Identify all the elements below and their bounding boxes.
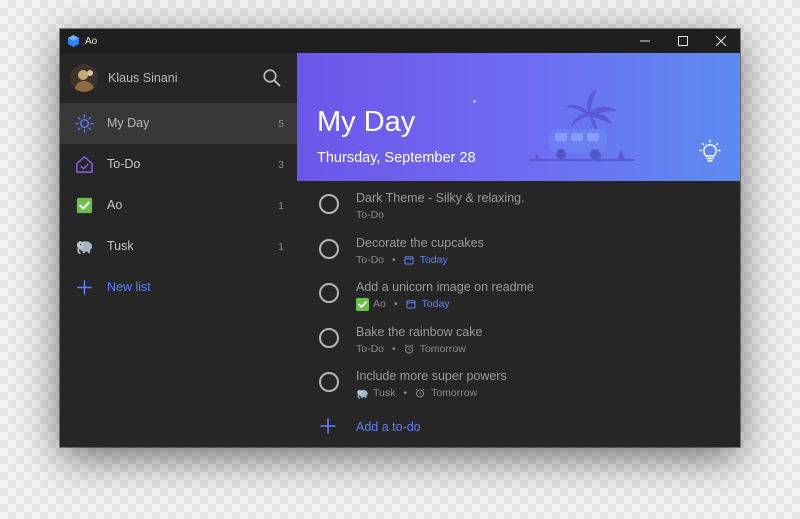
window-controls	[626, 29, 740, 53]
title-bar[interactable]: Ao	[60, 29, 740, 53]
sidebar-item-label: Ao	[107, 198, 123, 212]
minimize-icon	[640, 40, 650, 42]
task-checkbox[interactable]	[319, 194, 339, 214]
task-meta: Tusk • Tomorrow	[356, 386, 477, 400]
task-title: Include more super powers	[356, 369, 507, 383]
task-item[interactable]: Bake the rainbow cake To-Do • Tomorrow	[297, 315, 740, 360]
maximize-icon	[678, 36, 688, 46]
window-title: Ao	[85, 35, 98, 47]
close-button[interactable]	[702, 29, 740, 53]
my-day-banner: My Day Thursday, September 28	[297, 53, 740, 181]
sidebar-item-count: 3	[278, 159, 284, 171]
task-checkbox[interactable]	[319, 327, 339, 348]
maximize-button[interactable]	[664, 29, 702, 53]
task-checkbox[interactable]	[319, 372, 339, 392]
beach-van-illustration	[529, 89, 635, 163]
close-icon	[716, 36, 726, 46]
calendar-icon	[406, 300, 416, 309]
task-list-name: To-Do	[356, 253, 385, 266]
meta-separator: •	[392, 253, 396, 266]
task-list: Dark Theme - Silky & relaxing. To-Do Dec…	[297, 181, 740, 404]
task-item[interactable]: Include more super powers Tusk • Tomorro…	[297, 359, 740, 404]
sidebar-item-count: 5	[278, 118, 284, 130]
search-icon[interactable]	[262, 68, 282, 88]
green-check-icon	[76, 197, 93, 214]
sun-icon	[75, 114, 94, 133]
plus-icon	[320, 418, 336, 434]
app-window: Ao Klaus Sinani My Day 5 To-Do 3 Ao 1 Tu…	[60, 29, 740, 447]
add-todo-button[interactable]: Add a to-do	[297, 406, 740, 446]
meta-separator: •	[392, 342, 396, 355]
lightbulb-icon[interactable]	[697, 139, 723, 165]
task-item[interactable]: Decorate the cupcakes To-Do • Today	[297, 226, 740, 271]
task-list-name: To-Do	[356, 342, 385, 355]
task-checkbox[interactable]	[319, 238, 339, 259]
sidebar-item-my-day[interactable]: My Day 5	[60, 103, 297, 144]
sidebar: Klaus Sinani My Day 5 To-Do 3 Ao 1 Tusk …	[60, 53, 297, 447]
sidebar-item-count: 1	[278, 200, 284, 212]
task-list-name: Tusk	[373, 387, 396, 399]
task-item[interactable]: Add a unicorn image on readme Ao • Today	[297, 270, 740, 315]
task-due-date: Today	[419, 253, 448, 266]
task-due-date: Tomorrow	[431, 387, 478, 399]
task-meta: To-Do • Today	[356, 253, 448, 267]
task-due-date: Tomorrow	[419, 342, 466, 355]
sidebar-item-label: To-Do	[107, 157, 141, 171]
sidebar-item-count: 1	[278, 241, 284, 253]
task-title: Dark Theme - Silky & relaxing.	[356, 191, 525, 205]
home-check-icon	[76, 156, 93, 173]
avatar	[70, 64, 98, 92]
sidebar-item-tusk[interactable]: Tusk 1	[60, 226, 297, 267]
alarm-clock-icon	[415, 388, 425, 398]
page-title: My Day	[317, 106, 416, 138]
sidebar-item-ao[interactable]: Ao 1	[60, 185, 297, 226]
meta-separator: •	[393, 298, 398, 310]
new-list-label: New list	[107, 280, 151, 294]
sidebar-item-to-do[interactable]: To-Do 3	[60, 144, 297, 185]
star-decoration	[473, 100, 476, 103]
task-list-name: To-Do	[356, 209, 385, 221]
app-logo-icon	[68, 35, 79, 47]
task-meta: To-Do	[356, 208, 384, 222]
task-due-date: Today	[421, 298, 450, 310]
task-title: Add a unicorn image on readme	[356, 280, 534, 294]
user-name: Klaus Sinani	[108, 71, 178, 85]
main-panel: My Day Thursday, September 28 Dark Theme…	[297, 53, 740, 447]
task-title: Decorate the cupcakes	[356, 235, 484, 250]
sidebar-item-label: Tusk	[107, 239, 134, 253]
task-title: Bake the rainbow cake	[356, 324, 483, 339]
sidebar-item-label: My Day	[107, 116, 150, 130]
elephant-icon	[76, 241, 93, 255]
calendar-icon	[404, 255, 414, 264]
meta-separator: •	[403, 387, 408, 399]
elephant-icon	[357, 389, 368, 399]
task-list-name: Ao	[373, 298, 386, 310]
new-list-button[interactable]: New list	[60, 267, 297, 308]
task-meta: Ao • Today	[356, 297, 450, 311]
green-check-icon	[356, 297, 369, 311]
task-meta: To-Do • Tomorrow	[356, 342, 466, 356]
task-item[interactable]: Dark Theme - Silky & relaxing. To-Do	[297, 181, 740, 226]
task-checkbox[interactable]	[319, 283, 339, 303]
alarm-clock-icon	[404, 343, 413, 353]
plus-icon	[77, 280, 92, 295]
add-todo-label: Add a to-do	[356, 420, 421, 434]
minimize-button[interactable]	[626, 29, 664, 53]
page-date: Thursday, September 28	[317, 150, 476, 166]
user-profile[interactable]: Klaus Sinani	[60, 53, 297, 103]
